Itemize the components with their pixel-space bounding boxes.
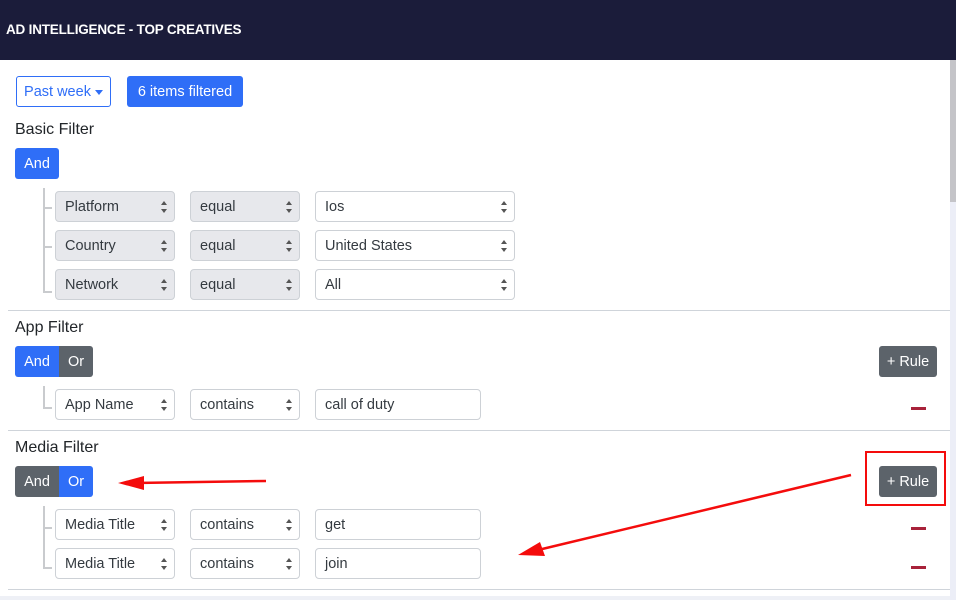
filter-count-label: 6 items filtered bbox=[137, 83, 233, 100]
tree-branch bbox=[43, 567, 52, 569]
rule-field-select[interactable]: Country bbox=[55, 230, 175, 261]
basic-filter-logic-group: And bbox=[15, 148, 59, 179]
select-arrows-icon bbox=[286, 558, 293, 570]
tree-connector bbox=[43, 386, 45, 409]
rule-value-input[interactable]: get bbox=[315, 509, 481, 540]
rule-value-input[interactable]: join bbox=[315, 548, 481, 579]
tree-branch bbox=[43, 527, 52, 529]
date-range-label: Past week bbox=[24, 83, 91, 100]
rule-operator-select[interactable]: contains bbox=[190, 389, 300, 420]
app-filter-logic-group: And Or bbox=[15, 346, 93, 377]
media-filter-logic-group: And Or bbox=[15, 466, 93, 497]
scrollbar[interactable] bbox=[950, 60, 956, 600]
date-range-dropdown[interactable]: Past week bbox=[16, 76, 111, 107]
select-arrows-icon bbox=[161, 201, 168, 213]
app-filter-and-button[interactable]: And bbox=[15, 346, 59, 377]
select-arrows-icon bbox=[161, 240, 168, 252]
app-filter-title: App Filter bbox=[15, 319, 84, 336]
rule-field-select[interactable]: Media Title bbox=[55, 548, 175, 579]
rule-operator-value: contains bbox=[200, 396, 255, 413]
rule-field-select[interactable]: Network bbox=[55, 269, 175, 300]
rule-value-select[interactable]: All bbox=[315, 269, 515, 300]
app-filter-add-rule-button[interactable]: + Rule bbox=[879, 346, 937, 377]
rule-value: United States bbox=[325, 237, 413, 254]
select-arrows-icon bbox=[286, 201, 293, 213]
select-arrows-icon bbox=[161, 279, 168, 291]
rule-operator-select[interactable]: equal bbox=[190, 269, 300, 300]
rule-value-select[interactable]: Ios bbox=[315, 191, 515, 222]
section-divider bbox=[8, 589, 950, 590]
remove-rule-icon[interactable] bbox=[911, 407, 926, 410]
remove-rule-icon[interactable] bbox=[911, 566, 926, 569]
rule-value: Ios bbox=[325, 198, 345, 215]
rule-field-value: Media Title bbox=[65, 516, 136, 533]
rule-operator-value: equal bbox=[200, 237, 236, 254]
tree-branch bbox=[43, 246, 52, 248]
select-arrows-icon bbox=[286, 240, 293, 252]
rule-operator-value: equal bbox=[200, 276, 236, 293]
rule-operator-select[interactable]: contains bbox=[190, 548, 300, 579]
rule-value: call of duty bbox=[325, 396, 395, 413]
select-arrows-icon bbox=[286, 399, 293, 411]
tree-branch bbox=[43, 207, 52, 209]
annotation-highlight-box bbox=[865, 451, 946, 506]
page-title: AD INTELLIGENCE - TOP CREATIVES bbox=[6, 22, 242, 37]
app-filter-or-button[interactable]: Or bbox=[59, 346, 93, 377]
rule-operator-select[interactable]: equal bbox=[190, 191, 300, 222]
scrollbar-thumb[interactable] bbox=[950, 60, 956, 202]
rule-value-input[interactable]: call of duty bbox=[315, 389, 481, 420]
select-arrows-icon bbox=[286, 519, 293, 531]
rule-operator-value: contains bbox=[200, 555, 255, 572]
rule-field-select[interactable]: Media Title bbox=[55, 509, 175, 540]
select-arrows-icon bbox=[161, 399, 168, 411]
rule-field-value: Network bbox=[65, 276, 119, 293]
app-header: AD INTELLIGENCE - TOP CREATIVES bbox=[0, 0, 956, 60]
basic-filter-and-button[interactable]: And bbox=[15, 148, 59, 179]
remove-rule-icon[interactable] bbox=[911, 527, 926, 530]
select-arrows-icon bbox=[161, 519, 168, 531]
caret-down-icon bbox=[94, 90, 103, 95]
rule-field-value: Country bbox=[65, 237, 116, 254]
rule-value: All bbox=[325, 276, 342, 293]
section-divider bbox=[8, 310, 950, 311]
tree-branch bbox=[43, 291, 52, 293]
select-arrows-icon bbox=[161, 558, 168, 570]
rule-operator-value: contains bbox=[200, 516, 255, 533]
section-divider bbox=[8, 430, 950, 431]
tree-branch bbox=[43, 407, 52, 409]
rule-value: get bbox=[325, 516, 346, 533]
filter-count-button[interactable]: 6 items filtered bbox=[127, 76, 243, 107]
rule-value: join bbox=[325, 555, 348, 572]
rule-operator-value: equal bbox=[200, 198, 236, 215]
rule-field-value: Platform bbox=[65, 198, 119, 215]
media-filter-or-button[interactable]: Or bbox=[59, 466, 93, 497]
rule-field-select[interactable]: App Name bbox=[55, 389, 175, 420]
select-arrows-icon bbox=[286, 279, 293, 291]
tree-connector bbox=[43, 506, 45, 569]
tree-connector bbox=[43, 188, 45, 293]
rule-field-value: Media Title bbox=[65, 555, 136, 572]
media-filter-and-button[interactable]: And bbox=[15, 466, 59, 497]
select-arrows-icon bbox=[501, 279, 508, 291]
rule-operator-select[interactable]: contains bbox=[190, 509, 300, 540]
rule-field-select[interactable]: Platform bbox=[55, 191, 175, 222]
select-arrows-icon bbox=[501, 201, 508, 213]
rule-operator-select[interactable]: equal bbox=[190, 230, 300, 261]
rule-value-select[interactable]: United States bbox=[315, 230, 515, 261]
select-arrows-icon bbox=[501, 240, 508, 252]
media-filter-title: Media Filter bbox=[15, 439, 99, 456]
rule-field-value: App Name bbox=[65, 396, 134, 413]
basic-filter-title: Basic Filter bbox=[15, 121, 95, 138]
